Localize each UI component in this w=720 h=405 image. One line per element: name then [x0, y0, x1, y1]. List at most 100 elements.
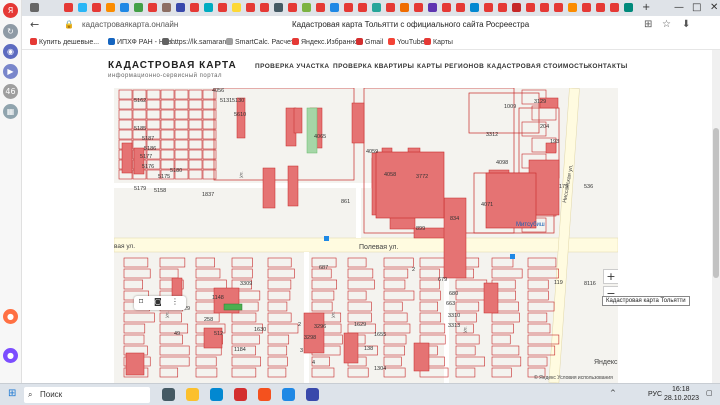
bookmark-item[interactable]: Купить дешевые...	[30, 38, 99, 46]
tab-favicon[interactable]	[330, 3, 339, 12]
notes-icon[interactable]: ●	[3, 309, 18, 324]
yandex-logo[interactable]: Яндекс	[594, 359, 618, 366]
language-indicator[interactable]: РУС	[648, 391, 662, 398]
badge-46-icon[interactable]: 46	[3, 84, 18, 99]
back-icon[interactable]: ←	[30, 18, 39, 31]
tab-favicon[interactable]	[316, 3, 325, 12]
tab-favicon[interactable]	[274, 3, 283, 12]
camera-icon[interactable]: ◙	[154, 297, 162, 306]
page-scrollbar[interactable]	[712, 50, 720, 383]
bookmark-item[interactable]: Карты	[424, 38, 453, 46]
notifications-icon[interactable]: ▢	[706, 389, 713, 397]
tab-favicon[interactable]	[78, 3, 87, 12]
alice-icon[interactable]: ●	[3, 348, 18, 363]
history-icon[interactable]: ↻	[3, 24, 18, 39]
tab-favicon[interactable]	[288, 3, 297, 12]
tab-favicon[interactable]	[232, 3, 241, 12]
tab-favicon[interactable]	[554, 3, 563, 12]
app-icon[interactable]	[306, 388, 319, 401]
explorer-icon[interactable]	[186, 388, 199, 401]
tab-favicon[interactable]	[30, 3, 39, 12]
tab-favicon[interactable]	[302, 3, 311, 12]
bookmark-item[interactable]: SmartCalc. Расчет...	[226, 38, 299, 46]
edge-icon[interactable]	[210, 388, 223, 401]
tab-favicon[interactable]	[596, 3, 605, 12]
bookmark-star-icon[interactable]: ☆	[662, 19, 671, 30]
bookmark-item[interactable]: YouTube	[388, 38, 425, 46]
minimize-icon[interactable]: —	[674, 0, 684, 16]
scrollbar-thumb[interactable]	[713, 128, 719, 278]
menu-cadastral-value[interactable]: КАДАСТРОВАЯ СТОИМОСТЬ	[487, 63, 589, 70]
app-icon[interactable]	[282, 388, 295, 401]
parcel-outline	[159, 268, 179, 279]
tab-favicon[interactable]	[372, 3, 381, 12]
tab-favicon[interactable]	[218, 3, 227, 12]
parcel-outline	[118, 109, 133, 120]
tab-favicon[interactable]	[162, 3, 171, 12]
taskview-icon[interactable]	[162, 388, 175, 401]
yandex-icon[interactable]: Я	[3, 3, 18, 18]
tab-favicon[interactable]	[358, 3, 367, 12]
tab-favicon[interactable]	[470, 3, 479, 12]
tab-favicon[interactable]	[484, 3, 493, 12]
tab-favicon[interactable]	[526, 3, 535, 12]
tab-favicon[interactable]	[442, 3, 451, 12]
bookmark-item[interactable]: https://lk.samaran...	[162, 38, 232, 46]
tab-favicon[interactable]	[456, 3, 465, 12]
downloads-icon[interactable]: ⬇	[682, 19, 690, 30]
bookmark-item[interactable]: Gmail	[356, 38, 383, 46]
taskbar-search[interactable]: ⌕ Поиск	[24, 387, 150, 403]
tab-favicon[interactable]	[582, 3, 591, 12]
map-copyright[interactable]: © Яндекс Условия использования	[534, 375, 613, 381]
url-field[interactable]: кадастроваякарта.онлайн	[82, 20, 178, 29]
menu-check-apartment[interactable]: ПРОВЕРКА КВАРТИРЫ	[333, 63, 414, 70]
zoom-in-button[interactable]: +	[603, 269, 618, 284]
new-tab-icon[interactable]: +	[642, 0, 650, 16]
menu-check-plot[interactable]: ПРОВЕРКА УЧАСТКА	[255, 63, 330, 70]
tab-favicon[interactable]	[414, 3, 423, 12]
bookmarks-icon[interactable]: ◉	[3, 44, 18, 59]
site-logo[interactable]: КАДАСТРОВАЯ КАРТА	[108, 60, 237, 71]
bookmark-item[interactable]: Яндекс.Избранное	[292, 38, 362, 46]
clock-date[interactable]: 28.10.2023	[664, 395, 699, 402]
tab-favicon[interactable]	[190, 3, 199, 12]
menu-contacts[interactable]: КОНТАКТЫ	[588, 63, 628, 70]
bookmark-icon[interactable]: ⌑	[139, 297, 143, 306]
tab-favicon[interactable]	[106, 3, 115, 12]
tab-favicon[interactable]	[260, 3, 269, 12]
clock-time[interactable]: 16:18	[672, 386, 690, 393]
tab-favicon[interactable]	[568, 3, 577, 12]
tab-favicon[interactable]	[148, 3, 157, 12]
tab-favicon[interactable]	[176, 3, 185, 12]
tab-favicon[interactable]	[246, 3, 255, 12]
cadastral-map[interactable]: 4056 5131 5130 5162 5185 5187 5186 5177 5176 5175…	[114, 88, 618, 383]
tab-favicon[interactable]	[120, 3, 129, 12]
windows-start-icon[interactable]: ⊞	[8, 388, 16, 399]
map-canvas[interactable]: 4056 5131 5130 5162 5185 5187 5186 5177 5176 5175…	[114, 88, 618, 383]
translate-icon[interactable]: ⊞	[644, 19, 652, 30]
tab-favicon[interactable]	[134, 3, 143, 12]
opera-icon[interactable]	[234, 388, 247, 401]
tab-favicon[interactable]	[92, 3, 101, 12]
tab-favicon[interactable]	[344, 3, 353, 12]
tab-favicon[interactable]	[428, 3, 437, 12]
tab-favicon[interactable]	[400, 3, 409, 12]
menu-region-maps[interactable]: КАРТЫ РЕГИОНОВ	[417, 63, 484, 70]
parcel-number-label: 5175	[158, 174, 170, 180]
parcel-number-label: 5177	[140, 154, 152, 160]
play-icon[interactable]: ▶	[3, 64, 18, 79]
tab-favicon[interactable]	[512, 3, 521, 12]
more-icon[interactable]: ⋮	[171, 297, 179, 306]
tab-favicon[interactable]	[498, 3, 507, 12]
close-icon[interactable]: ✕	[710, 0, 718, 16]
apps-icon[interactable]: ▦	[3, 104, 18, 119]
tab-favicon[interactable]	[610, 3, 619, 12]
tab-favicon[interactable]	[624, 3, 633, 12]
tab-favicon[interactable]	[64, 3, 73, 12]
maximize-icon[interactable]: □	[692, 0, 701, 16]
tray-arrow-icon[interactable]: ^	[610, 389, 616, 397]
yandex-browser-icon[interactable]	[258, 388, 271, 401]
tab-favicon[interactable]	[204, 3, 213, 12]
tab-favicon[interactable]	[386, 3, 395, 12]
tab-favicon[interactable]	[540, 3, 549, 12]
